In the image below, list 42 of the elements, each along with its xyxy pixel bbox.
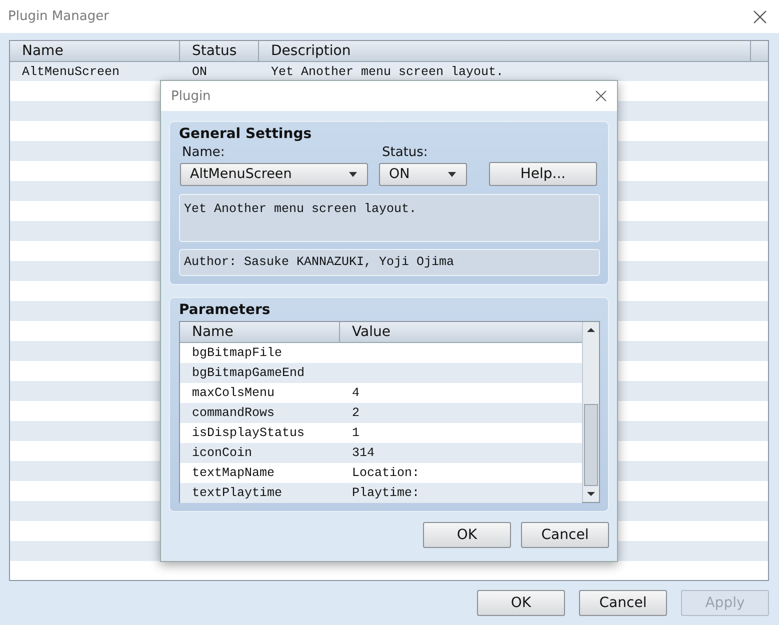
table-cell-text: Location: xyxy=(351,465,421,482)
author-field[interactable]: Author: Sasuke KANNAZUKI, Yoji Ojima xyxy=(179,249,600,276)
scrollbar[interactable] xyxy=(582,322,599,502)
table-cell-text: textMapName xyxy=(191,465,276,482)
dialog-button[interactable]: OK xyxy=(477,590,565,616)
table-cell-text: iconCoin xyxy=(191,445,254,462)
help-button[interactable]: Help... xyxy=(489,162,597,186)
table-cell-text: 2 xyxy=(351,405,361,422)
close-icon[interactable] xyxy=(595,90,607,102)
table-cell-text: 1 xyxy=(351,425,361,442)
dialog-button[interactable]: Cancel xyxy=(521,522,609,548)
column-header[interactable]: Status xyxy=(180,41,259,61)
table-cell-text: textPlaytime xyxy=(191,485,284,502)
table-cell-text: bgBitmapGameEnd xyxy=(191,365,306,382)
status-dropdown[interactable]: ON xyxy=(379,162,467,186)
table-cell-text: maxColsMenu xyxy=(191,385,276,402)
field-label: Status: xyxy=(382,145,428,160)
table-cell-text: 4 xyxy=(351,385,361,402)
group-title: Parameters xyxy=(179,302,272,318)
table-cell-text: ON xyxy=(191,64,208,81)
dropdown-caret-icon xyxy=(349,172,357,176)
dropdown-caret-icon xyxy=(448,172,456,176)
column-header[interactable]: Value xyxy=(340,322,582,342)
window-title: Plugin Manager xyxy=(8,9,109,24)
table-cell-text: Yet Another menu screen layout. xyxy=(270,64,505,81)
column-header[interactable]: Name xyxy=(10,41,180,61)
field-label: Name: xyxy=(182,145,226,160)
table-cell-text: AltMenuScreen xyxy=(21,64,121,81)
table-cell-text: Playtime: xyxy=(351,485,421,502)
dialog-button[interactable]: Cancel xyxy=(579,590,667,616)
name-dropdown[interactable]: AltMenuScreen xyxy=(180,162,368,186)
table-cell-text: bgBitmapFile xyxy=(191,345,284,362)
table-cell-text: 314 xyxy=(351,445,376,462)
dialog-title: Plugin xyxy=(171,88,211,104)
dialog-button[interactable]: OK xyxy=(423,522,511,548)
table-cell-text: isDisplayStatus xyxy=(191,425,306,442)
column-header[interactable]: Description xyxy=(259,41,751,61)
description-field[interactable]: Yet Another menu screen layout. xyxy=(179,194,600,242)
column-header[interactable]: Name xyxy=(180,322,340,342)
table-cell-text: commandRows xyxy=(191,405,276,422)
group-title: General Settings xyxy=(179,126,313,142)
close-icon[interactable] xyxy=(753,10,767,24)
